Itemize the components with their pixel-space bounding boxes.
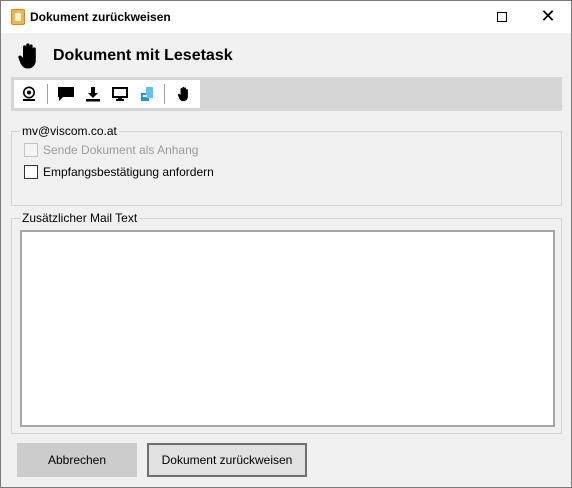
routing-icon [22,86,35,101]
read-receipt-label: Empfangsbestätigung anfordern [43,165,214,179]
reject-toolbar-button[interactable] [173,83,195,105]
download-icon [86,87,101,102]
toolbar-buttons [14,80,200,108]
close-button[interactable]: ✕ [525,1,571,33]
toolbar-separator [164,84,166,104]
read-receipt-option: Empfangsbestätigung anfordern [24,165,214,179]
read-receipt-checkbox[interactable] [24,165,38,179]
cancel-button[interactable]: Abbrechen [17,443,137,477]
title-bar[interactable]: Dokument zurückweisen ✕ [1,1,571,33]
comment-button[interactable] [56,83,78,105]
send-attachment-checkbox[interactable] [24,143,38,157]
monitor-icon [111,87,128,101]
comment-icon [58,87,75,101]
mail-text-legend: Zusätzlicher Mail Text [20,211,140,225]
hand-stop-icon [178,86,189,102]
maximize-icon [497,12,507,22]
close-icon: ✕ [540,6,556,27]
mail-text-input[interactable] [20,230,555,427]
maximize-button[interactable] [479,1,525,33]
email-address-legend: mv@viscom.co.at [20,124,119,138]
dialog-window: Dokument zurückweisen ✕ Dokument mit Les… [0,0,572,488]
app-icon [11,9,25,25]
window-title: Dokument zurückweisen [30,10,171,24]
reject-document-button[interactable]: Dokument zurückweisen [147,443,307,477]
monitor-button[interactable] [109,83,131,105]
send-attachment-label: Sende Dokument als Anhang [43,143,199,157]
sharepoint-icon [140,87,153,101]
toolbar [11,77,562,111]
dialog-header: Dokument mit Lesetask [17,41,233,71]
toolbar-separator [46,84,48,104]
hand-stop-icon [18,43,36,69]
download-button[interactable] [82,83,104,105]
sharepoint-button[interactable] [136,83,158,105]
dialog-heading: Dokument mit Lesetask [53,47,233,64]
mail-text-group: Zusätzlicher Mail Text [11,211,562,434]
send-attachment-option: Sende Dokument als Anhang [24,143,198,157]
email-options-group: mv@viscom.co.at Sende Dokument als Anhan… [11,124,562,206]
routing-button[interactable] [18,83,40,105]
